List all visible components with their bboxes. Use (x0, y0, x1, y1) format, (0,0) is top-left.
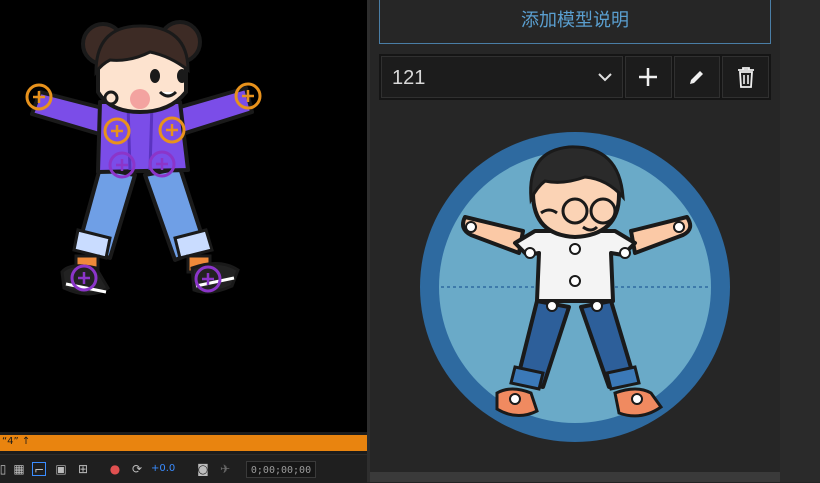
chevron-down-icon (598, 73, 612, 82)
region-of-interest-icon[interactable]: ▣ (54, 462, 68, 476)
delete-model-button[interactable] (722, 56, 770, 98)
timecode-field[interactable]: 0;00;00;00 (246, 461, 316, 478)
model-select-value: 121 (392, 67, 426, 89)
channel-icon[interactable]: ● (108, 462, 122, 476)
pencil-icon (690, 71, 703, 84)
panel-horizontal-scrollbar[interactable] (370, 472, 780, 482)
exposure-value[interactable]: +0.0 (151, 463, 175, 474)
edit-model-button[interactable] (673, 56, 721, 98)
viewer-toolbar: ▯ ▦ ⌐ ▣ ⊞ ● ⟳ +0.0 ◙ ✈ 0;00;00;00 (0, 454, 367, 483)
safe-zones-icon[interactable]: ▯ (0, 462, 10, 476)
work-area-bar[interactable]: “4” ↑ (0, 435, 367, 451)
mask-path-icon[interactable]: ⌐ (32, 462, 46, 477)
resolution-icon[interactable]: ⊞ (76, 462, 90, 476)
add-icon (639, 68, 658, 86)
snapshot-camera-icon[interactable]: ◙ (196, 462, 210, 476)
model-toolbar: 121 (379, 54, 771, 100)
comp-label: “4” ↑ (2, 436, 31, 447)
show-snapshot-icon[interactable]: ✈ (218, 462, 232, 476)
transparency-grid-icon[interactable]: ▦ (12, 462, 26, 476)
composition-viewer[interactable] (0, 0, 367, 432)
timeline-bar[interactable]: “4” ↑ (0, 432, 367, 454)
add-model-button[interactable] (625, 56, 672, 98)
trash-icon (737, 67, 754, 88)
reset-exposure-icon[interactable]: ⟳ (130, 462, 144, 476)
rigged-character-girl (25, 20, 262, 296)
panel-scroll-gutter (780, 0, 820, 482)
add-model-description-button[interactable]: 添加模型说明 (379, 0, 771, 44)
model-preview[interactable] (419, 131, 731, 443)
model-select[interactable]: 121 (381, 56, 623, 98)
